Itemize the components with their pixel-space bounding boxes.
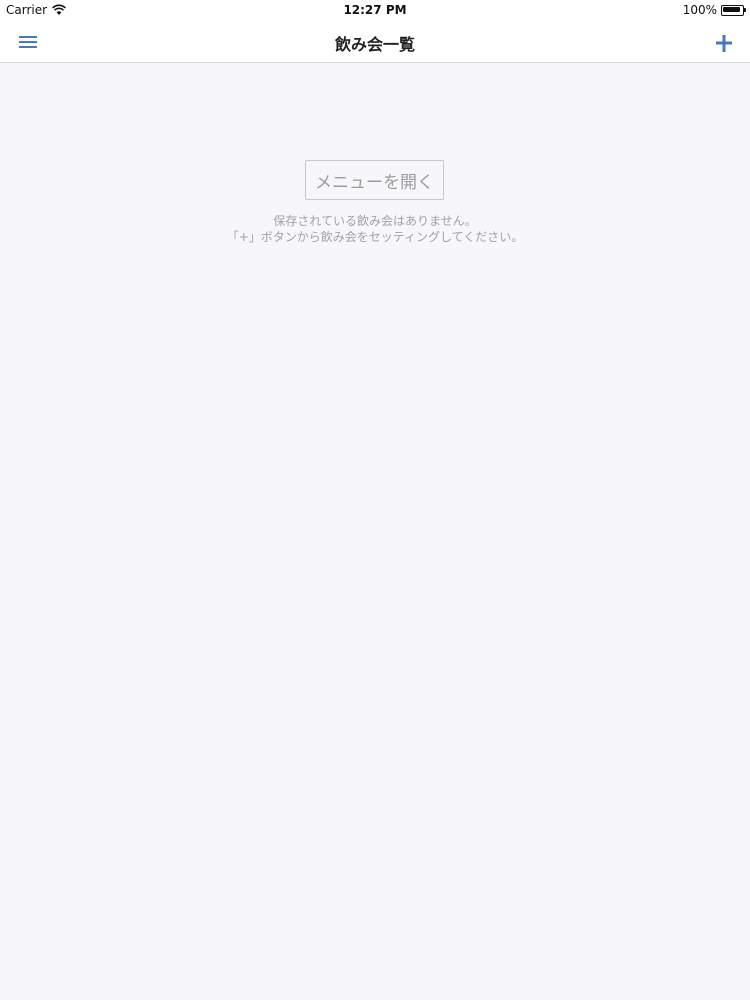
- navigation-bar: 飲み会一覧: [0, 20, 750, 63]
- empty-message-line-2: 「+」ボタンから飲み会をセッティングしてください。: [226, 230, 524, 244]
- empty-message-line-1: 保存されている飲み会はありません。: [273, 214, 477, 228]
- battery-group: 100%: [682, 3, 746, 17]
- add-button[interactable]: [710, 28, 738, 56]
- battery-percent: 100%: [682, 3, 717, 17]
- plus-icon: [716, 35, 732, 52]
- open-menu-button[interactable]: メニューを開く: [305, 160, 444, 200]
- page-title: 飲み会一覧: [334, 35, 415, 54]
- main-content: メニューを開く 保存されている飲み会はありません。 「+」ボタンから飲み会をセッ…: [0, 63, 750, 1000]
- empty-state-message: 保存されている飲み会はありません。 「+」ボタンから飲み会をセッティングしてくだ…: [0, 213, 750, 245]
- battery-icon: [721, 4, 746, 16]
- status-bar: Carrier 12:27 PM 100%: [0, 0, 750, 20]
- status-time: 12:27 PM: [343, 3, 407, 17]
